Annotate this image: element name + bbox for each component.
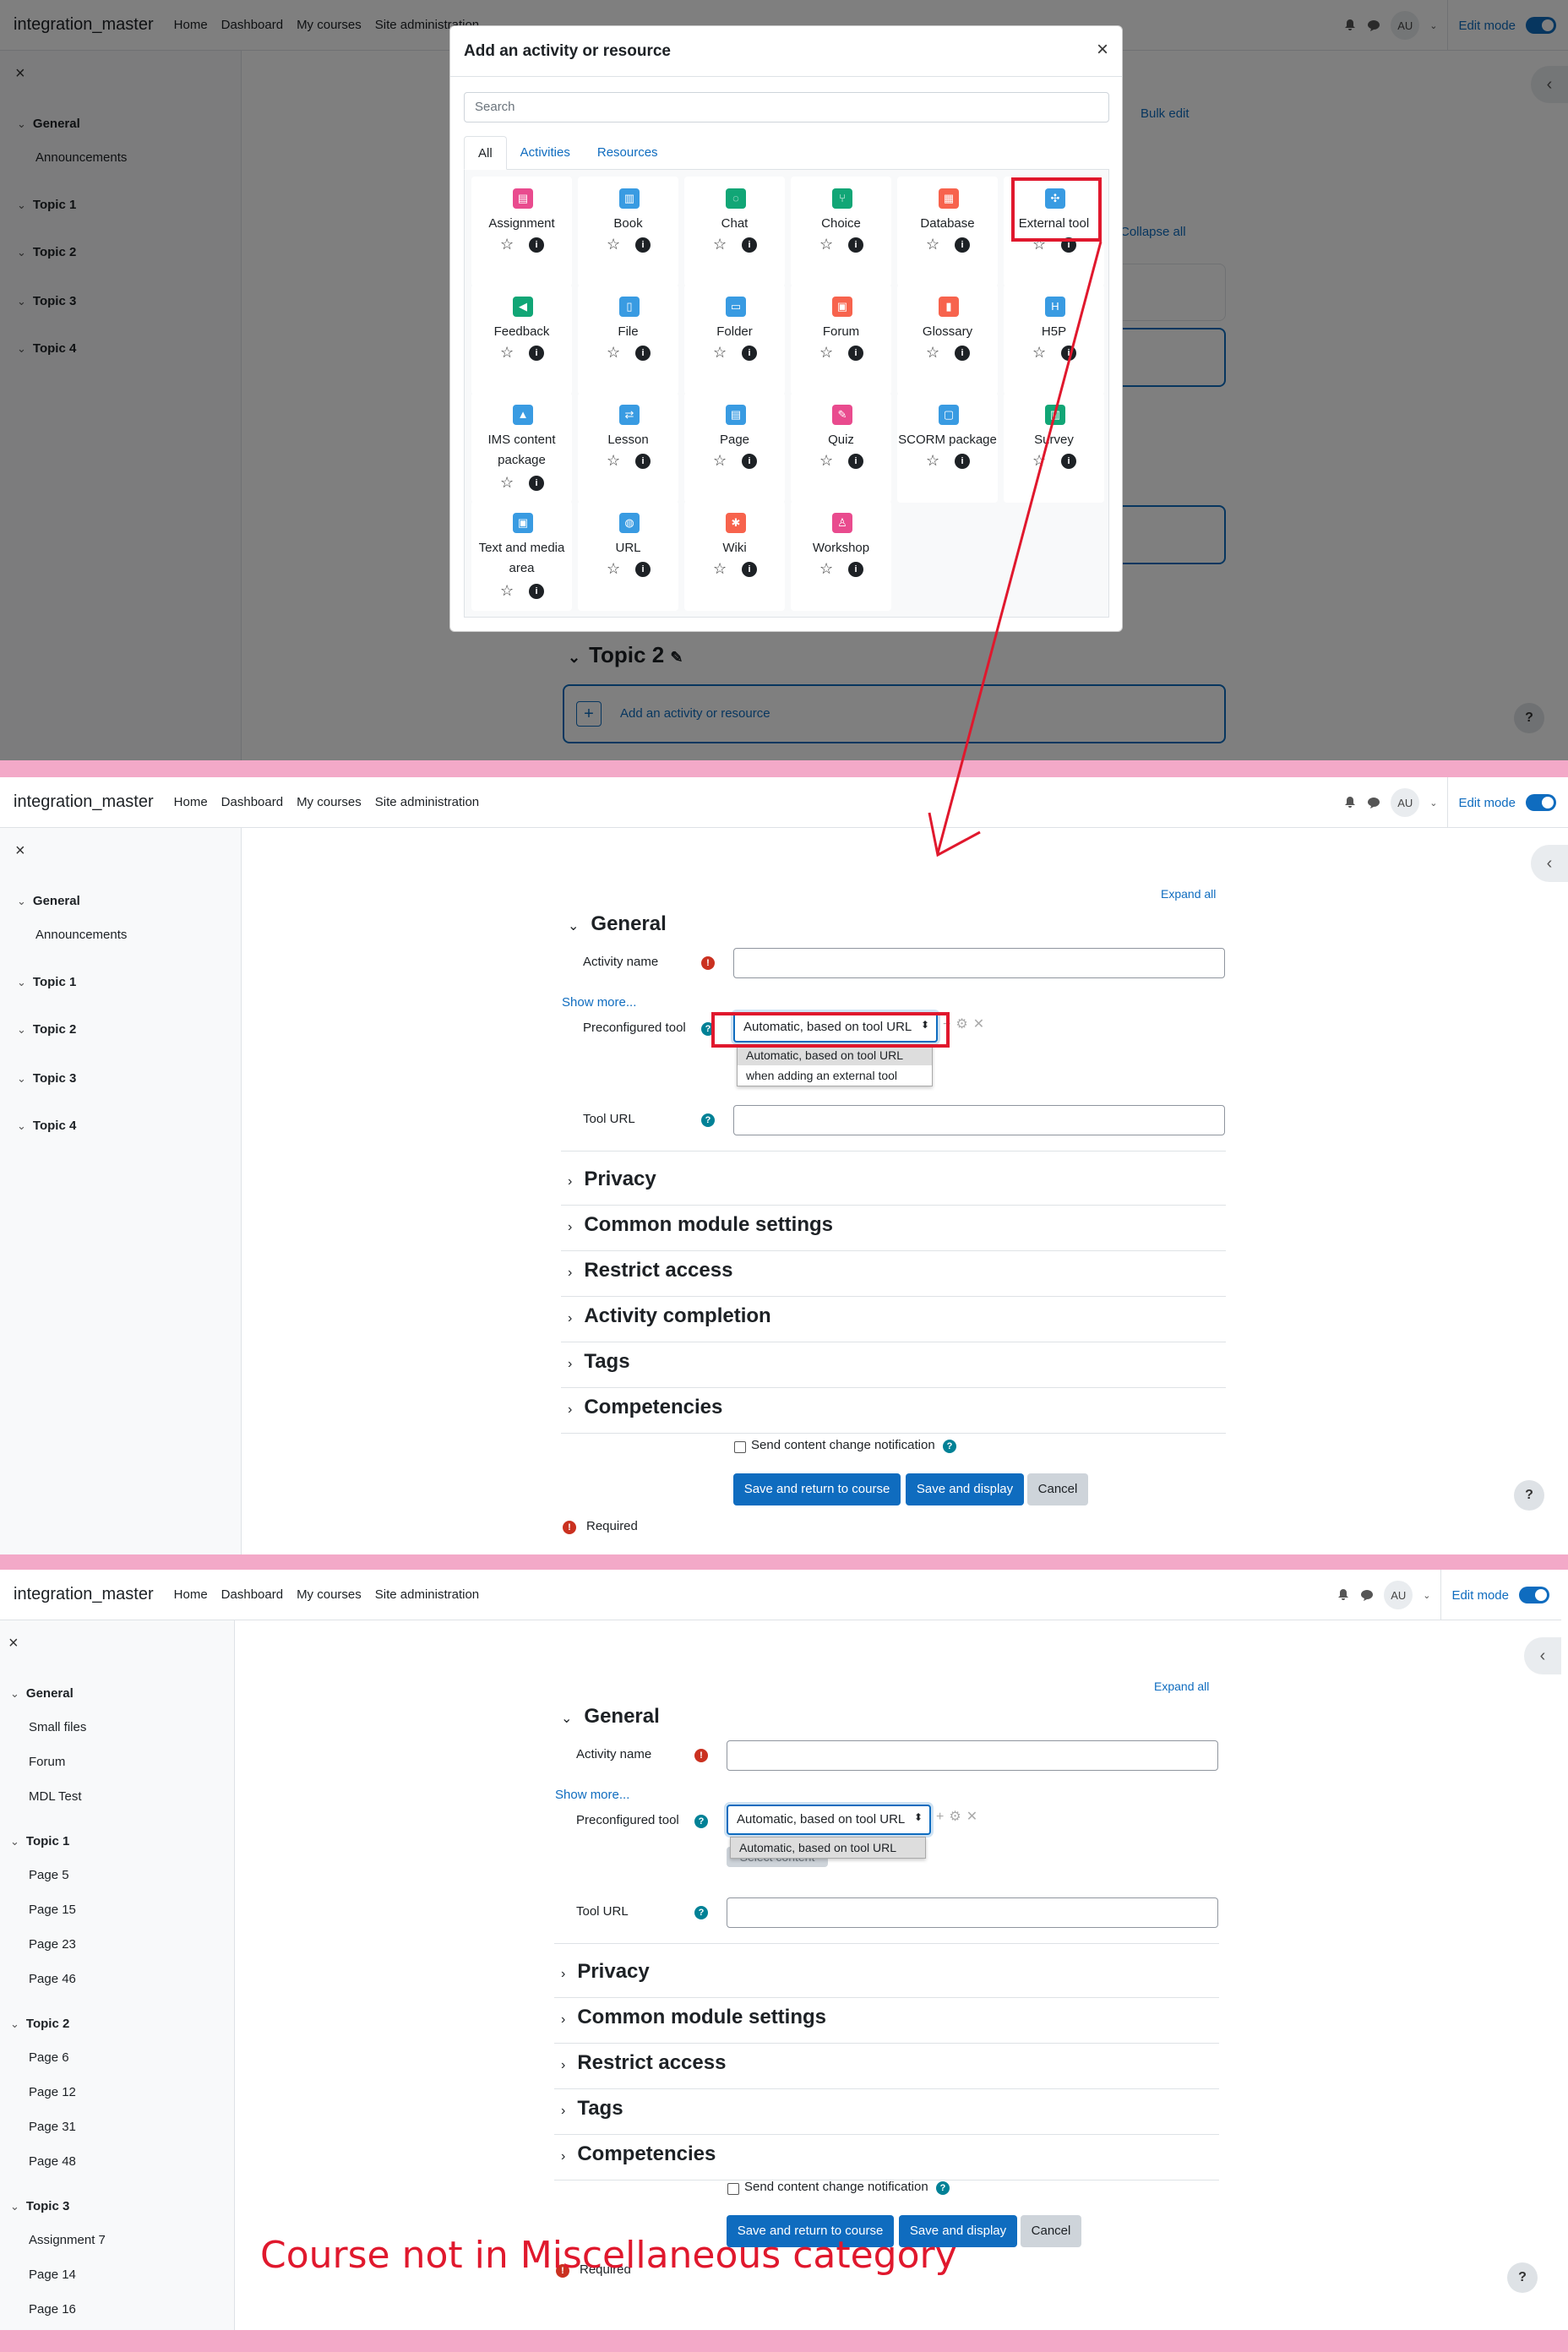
annotation-arrow [928,241,1102,858]
